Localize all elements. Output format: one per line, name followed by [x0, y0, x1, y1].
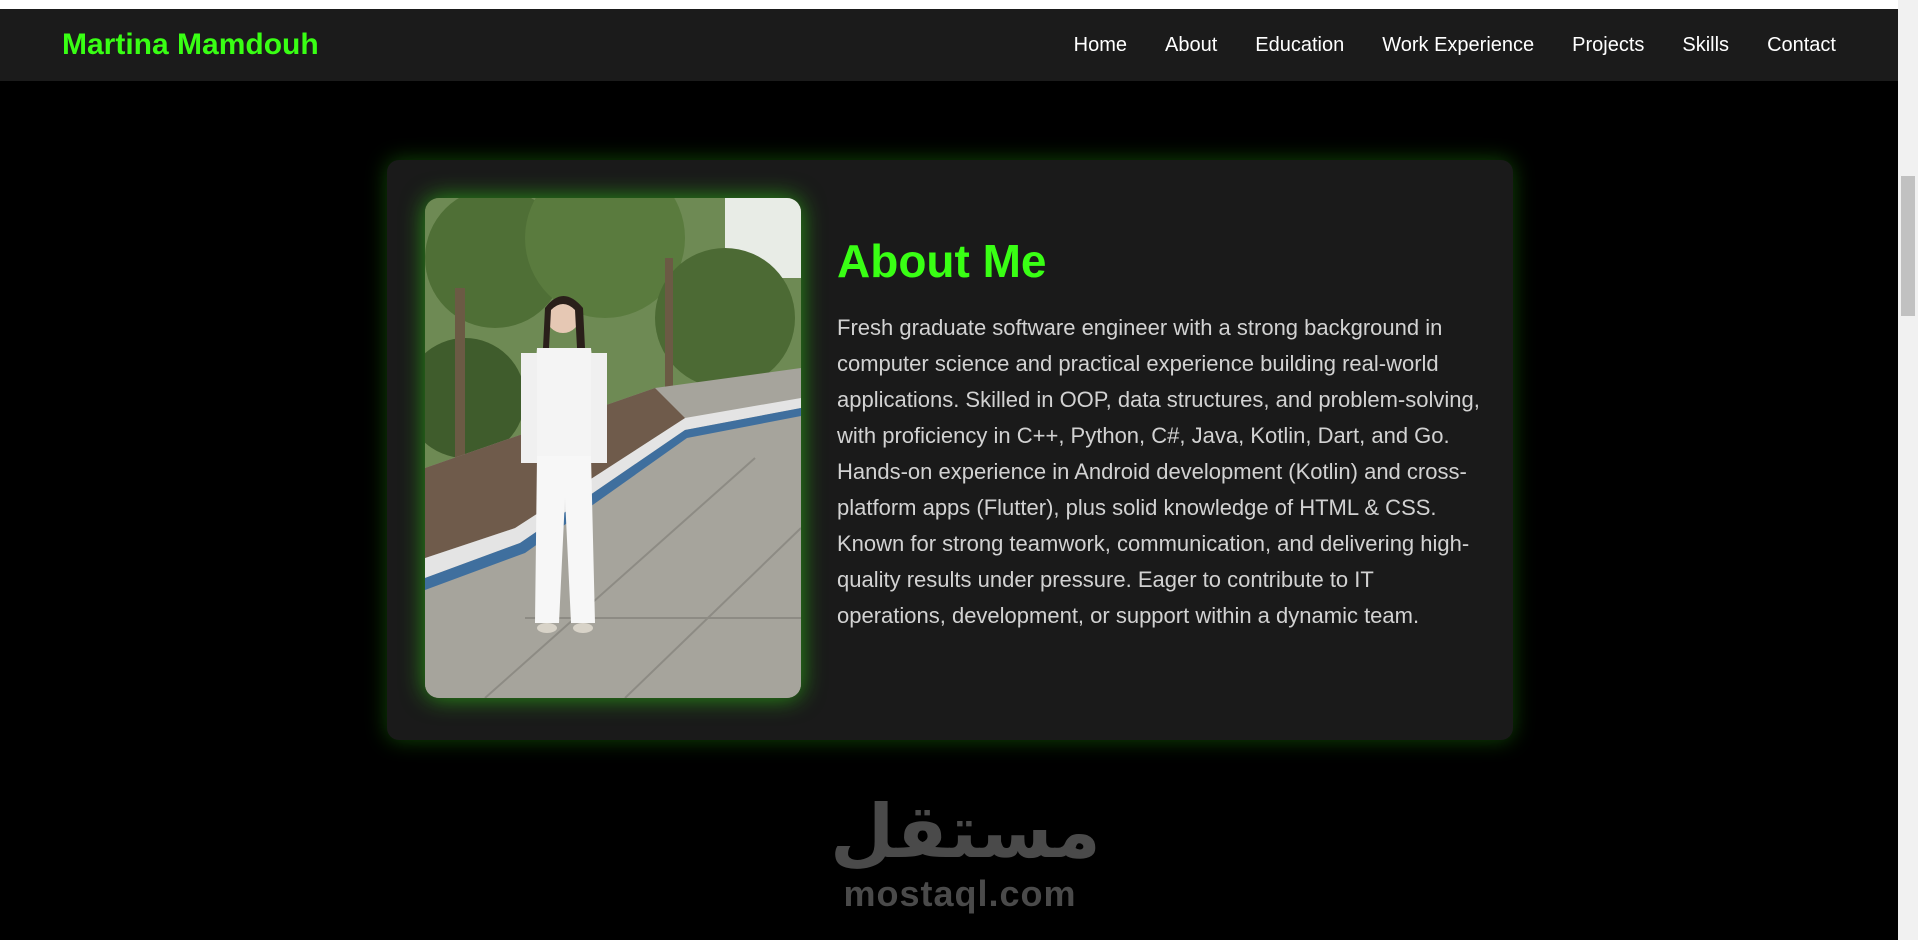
- mostaql-watermark: مستقل mostaql.com: [830, 789, 1101, 920]
- about-description: Fresh graduate software engineer with a …: [837, 315, 1480, 628]
- brand-logo[interactable]: Martina Mamdouh: [62, 28, 319, 62]
- nav-link-contact[interactable]: Contact: [1767, 34, 1836, 57]
- about-title: About Me: [837, 235, 1047, 287]
- nav-link-skills[interactable]: Skills: [1682, 34, 1729, 57]
- nav-links: Home About Education Work Experience Pro…: [1074, 34, 1836, 57]
- watermark-arabic-text: مستقل: [830, 789, 1101, 875]
- nav-link-education[interactable]: Education: [1255, 34, 1344, 57]
- browser-top-strip: [0, 0, 1898, 9]
- scrollbar-thumb[interactable]: [1901, 176, 1915, 316]
- page-scrollbar[interactable]: [1898, 0, 1918, 940]
- nav-link-projects[interactable]: Projects: [1572, 34, 1644, 57]
- navbar: Martina Mamdouh Home About Education Wor…: [0, 9, 1898, 81]
- about-card: About Me Fresh graduate software enginee…: [387, 160, 1513, 740]
- nav-link-about[interactable]: About: [1165, 34, 1217, 57]
- nav-link-work-experience[interactable]: Work Experience: [1382, 34, 1534, 57]
- profile-photo: [425, 198, 801, 698]
- nav-link-home[interactable]: Home: [1074, 34, 1127, 57]
- watermark-latin-text: mostaql.com: [843, 873, 1077, 914]
